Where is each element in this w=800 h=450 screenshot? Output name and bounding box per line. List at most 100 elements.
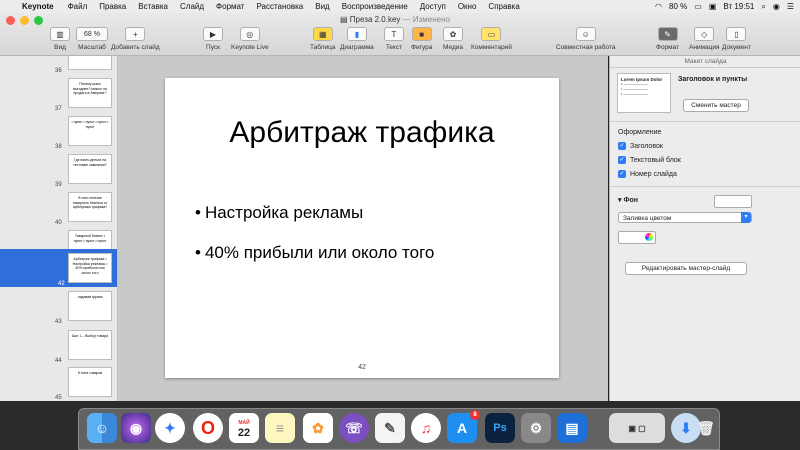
siri-icon[interactable]: ◉: [121, 413, 151, 443]
app-store-icon[interactable]: A 8: [447, 410, 480, 443]
bullet-item[interactable]: 40% прибыли или около того: [195, 243, 434, 263]
fill-color-well[interactable]: [618, 231, 656, 244]
slide-thumbnail[interactable]: 38 • пункт • пункт • пункт • пункт: [0, 112, 117, 150]
slide-thumbnail[interactable]: 43 ладовая фраза: [0, 287, 117, 325]
appearance-heading: Оформление: [618, 129, 662, 136]
play-button[interactable]: ▶ Пуск: [203, 27, 223, 51]
change-master-button[interactable]: Сменить мастер: [683, 99, 749, 112]
keynote-live-button[interactable]: ◎ Keynote Live: [231, 27, 269, 51]
animate-tab[interactable]: ◇ Анимация: [689, 27, 720, 51]
zoom-control[interactable]: 68 % Масштаб: [76, 27, 108, 51]
checkmark-icon: ✓: [618, 170, 626, 178]
slide-bullets[interactable]: Настройка рекламы 40% прибыли или около …: [195, 203, 434, 283]
background-color-well[interactable]: [714, 195, 752, 208]
fill-type-select[interactable]: Заливка цветом ▾: [618, 212, 752, 223]
menu-help[interactable]: Справка: [488, 2, 519, 11]
menu-window[interactable]: Окно: [458, 2, 477, 11]
photos-icon[interactable]: ✿: [303, 413, 333, 443]
paintbrush-icon: ✎: [657, 27, 678, 41]
menu-bar: Keynote Файл Правка Вставка Слайд Формат…: [0, 0, 800, 14]
plus-icon: +: [125, 27, 146, 41]
wifi-icon[interactable]: ◠: [655, 2, 662, 11]
battery-level[interactable]: 80 %: [669, 2, 687, 11]
current-slide[interactable]: Арбитраж трафика Настройка рекламы 40% п…: [165, 78, 559, 378]
itunes-icon[interactable]: ♫: [411, 413, 441, 443]
body-checkbox[interactable]: ✓ Текстовый блок: [618, 156, 681, 164]
table-button[interactable]: ▦ Таблица: [310, 27, 336, 51]
background-heading[interactable]: ▾ Фон: [618, 196, 638, 204]
opera-icon[interactable]: O: [193, 413, 223, 443]
minimize-button[interactable]: [20, 16, 29, 25]
slide-thumbnail-selected[interactable]: 42 Арбитраж трафика • Настройка рекламы …: [0, 249, 117, 287]
chart-button[interactable]: ▮ Диаграмма: [340, 27, 374, 51]
view-button[interactable]: ▥ Вид: [50, 27, 70, 51]
document-name[interactable]: Преза 2.0.key: [350, 15, 401, 24]
textedit-icon[interactable]: ✎: [375, 413, 405, 443]
master-thumbnail[interactable]: Lorem Ipsum Dolor • ——————— • ——————— • ——…: [617, 73, 671, 113]
trash-icon[interactable]: 🗑: [691, 413, 721, 443]
menu-insert[interactable]: Вставка: [138, 2, 168, 11]
shape-icon: ■: [411, 27, 432, 41]
slide-canvas[interactable]: Арбитраж трафика Настройка рекламы 40% п…: [118, 56, 608, 401]
keynote-icon[interactable]: ▤: [557, 413, 587, 443]
slide-thumbnail[interactable]: 37 Почему шанс выгоднее? можно ли продат…: [0, 74, 117, 112]
slide-thumbnail[interactable]: 39 Где взять деньги на тестовые кампании…: [0, 150, 117, 188]
calendar-icon[interactable]: МАЙ 22: [229, 413, 259, 443]
slide-thumbnail[interactable]: 40 В чем отличие товарного бизнеса от ар…: [0, 188, 117, 226]
user-icon[interactable]: ◉: [773, 2, 780, 11]
collaboration-button[interactable]: ☺ Совместная работа: [556, 27, 615, 51]
finder-icon[interactable]: ☺: [87, 413, 117, 443]
window-controls: [6, 16, 43, 25]
notes-icon[interactable]: ≡: [265, 413, 295, 443]
shape-button[interactable]: ■ Фигура: [411, 27, 432, 51]
menu-view[interactable]: Вид: [315, 2, 329, 11]
format-tab[interactable]: ✎ Формат: [656, 27, 679, 51]
menu-slide[interactable]: Слайд: [180, 2, 204, 11]
checkmark-icon: ✓: [618, 142, 626, 150]
slide-thumbnail[interactable]: 36: [0, 56, 117, 74]
menu-share[interactable]: Доступ: [420, 2, 446, 11]
menu-format[interactable]: Формат: [216, 2, 244, 11]
slide-thumbnail[interactable]: 45 5 типа товаров: [0, 363, 117, 401]
thumbnail-preview: В чем отличие товарного бизнеса от арбит…: [68, 192, 112, 222]
clock[interactable]: Вт 19:51: [723, 2, 754, 11]
thumbnail-preview: [68, 56, 112, 70]
photoshop-icon[interactable]: Ps: [485, 413, 515, 443]
menu-play[interactable]: Воспроизведение: [342, 2, 408, 11]
chevron-down-icon: ▾: [741, 212, 751, 223]
edit-master-button[interactable]: Редактировать мастер-слайд: [625, 262, 747, 275]
slide-thumbnail[interactable]: 44 Шаг 1 – Выбор товара: [0, 326, 117, 364]
input-source-icon[interactable]: ▣: [709, 2, 717, 11]
menu-arrange[interactable]: Расстановка: [256, 2, 303, 11]
master-name: Заголовок и пункты: [678, 76, 748, 83]
animate-icon: ◇: [694, 27, 715, 41]
bullet-item[interactable]: Настройка рекламы: [195, 203, 434, 223]
text-button[interactable]: T Текст: [384, 27, 404, 51]
menu-file[interactable]: Файл: [68, 2, 88, 11]
slide-number-checkbox[interactable]: ✓ Номер слайда: [618, 170, 677, 178]
safari-icon[interactable]: ✦: [155, 413, 185, 443]
add-slide-button[interactable]: + Добавить слайд: [111, 27, 160, 51]
media-button[interactable]: ✿ Медиа: [443, 27, 463, 51]
zoom-window-button[interactable]: [34, 16, 43, 25]
title-checkbox[interactable]: ✓ Заголовок: [618, 142, 663, 150]
menu-edit[interactable]: Правка: [99, 2, 126, 11]
system-preferences-icon[interactable]: ⚙: [521, 413, 551, 443]
checkmark-icon: ✓: [618, 156, 626, 164]
menu-app-name[interactable]: Keynote: [22, 2, 54, 11]
slide-page-number: 42: [358, 364, 366, 371]
slide-navigator[interactable]: 36 37 Почему шанс выгоднее? можно ли про…: [0, 56, 118, 401]
search-icon[interactable]: ⌕: [761, 2, 765, 12]
document-tab[interactable]: ▯ Документ: [722, 27, 751, 51]
status-area: ◠ 80 % ▭ ▣ Вт 19:51 ⌕ ◉ ☰: [655, 0, 794, 13]
zoom-value[interactable]: 68 %: [76, 27, 108, 41]
chart-icon: ▮: [346, 27, 367, 41]
notifications-icon[interactable]: ☰: [787, 2, 794, 11]
close-button[interactable]: [6, 16, 15, 25]
slide-title[interactable]: Арбитраж трафика: [165, 116, 559, 150]
minimized-window-icon[interactable]: ▣ ▢: [609, 413, 665, 443]
battery-icon[interactable]: ▭: [694, 2, 702, 11]
viber-icon[interactable]: ☏: [339, 413, 369, 443]
broadcast-icon: ◎: [239, 27, 260, 41]
comment-button[interactable]: ▭ Комментарий: [471, 27, 512, 51]
